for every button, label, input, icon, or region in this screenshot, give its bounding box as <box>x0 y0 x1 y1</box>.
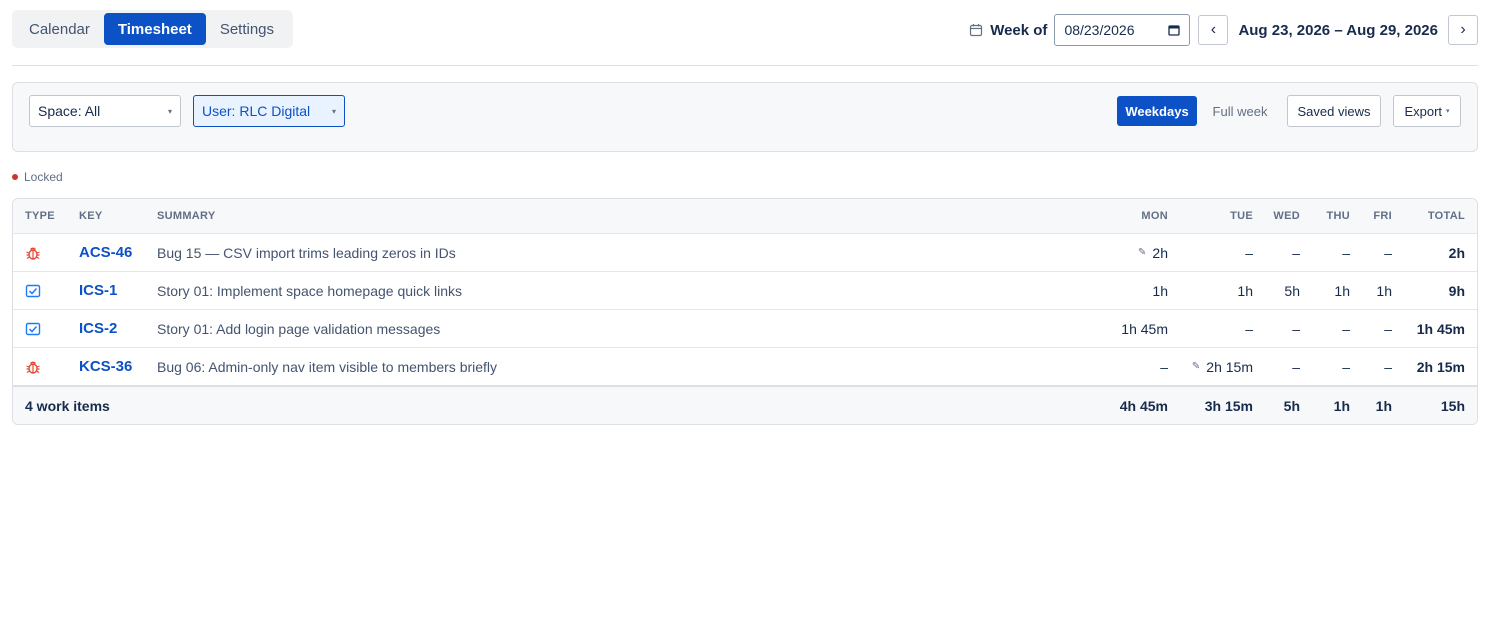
prev-week-button[interactable]: ‹ <box>1198 15 1229 45</box>
top-bar: Calendar Timesheet Settings Week of 08/2… <box>12 10 1478 50</box>
header-fri: FRI <box>1373 210 1392 222</box>
chevron-down-icon: ▾ <box>1446 108 1450 115</box>
locked-dot-icon <box>12 174 18 180</box>
tab-settings[interactable]: Settings <box>206 13 288 45</box>
cell-total: 1h 45m <box>1416 320 1465 337</box>
pencil-icon: ✎ <box>1138 247 1147 258</box>
total-tue: 3h 15m <box>1204 397 1253 414</box>
table-header-row: TYPE KEY SUMMARY MON TUE WED THU FRI TOT… <box>13 199 1477 233</box>
cell-total: 9h <box>1448 282 1465 299</box>
weekdays-toggle[interactable]: Weekdays <box>1117 96 1197 126</box>
table-row: ACS-46 Bug 15 — CSV import trims leading… <box>13 233 1477 271</box>
header-type: TYPE <box>25 210 55 222</box>
cell-tue[interactable]: ✎ 2h 15m <box>1192 348 1253 385</box>
cell-thu[interactable]: – <box>1342 310 1350 347</box>
locked-label: Locked <box>24 170 63 184</box>
story-checkbox-icon <box>25 322 41 335</box>
bug-icon <box>26 361 40 374</box>
total-thu: 1h <box>1333 397 1350 414</box>
week-date-value: 08/23/2026 <box>1064 22 1135 38</box>
issue-key-link[interactable]: KCS-36 <box>79 348 132 385</box>
cell-wed[interactable]: 5h <box>1284 272 1300 309</box>
issue-key-link[interactable]: ICS-2 <box>79 310 117 347</box>
cell-thu[interactable]: 1h <box>1334 272 1350 309</box>
table-row: ICS-1 Story 01: Implement space homepage… <box>13 271 1477 309</box>
timesheet-table: TYPE KEY SUMMARY MON TUE WED THU FRI TOT… <box>12 198 1478 425</box>
tab-timesheet[interactable]: Timesheet <box>103 13 206 45</box>
full-week-toggle[interactable]: Full week <box>1205 96 1275 126</box>
chevron-down-icon: ▾ <box>167 106 172 116</box>
view-tabs: Calendar Timesheet Settings <box>12 10 293 48</box>
cell-wed[interactable]: – <box>1292 348 1300 385</box>
export-button-label: Export <box>1404 103 1443 119</box>
issue-summary: Story 01: Implement space homepage quick… <box>157 282 463 299</box>
cell-mon[interactable]: 1h 45m <box>1121 310 1168 347</box>
week-of-label: Week of <box>990 21 1048 39</box>
cell-tue[interactable]: 1h <box>1237 272 1253 309</box>
bug-icon <box>26 247 40 260</box>
header-tue: TUE <box>1230 210 1253 222</box>
filter-bar: Space: All ▾ User: RLC Digital ▾ Weekday… <box>12 82 1478 152</box>
saved-views-button[interactable]: Saved views <box>1287 95 1381 127</box>
week-range: Aug 23, 2026 – Aug 29, 2026 <box>1238 21 1438 39</box>
next-week-button[interactable]: › <box>1448 15 1478 45</box>
cell-fri[interactable]: – <box>1384 234 1392 271</box>
total-mon: 4h 45m <box>1119 397 1168 414</box>
pencil-icon: ✎ <box>1191 361 1201 372</box>
user-select-value: User: RLC Digital <box>202 103 311 119</box>
table-row: KCS-36 Bug 06: Admin-only nav item visib… <box>13 347 1477 385</box>
cell-total: 2h <box>1448 244 1465 261</box>
issue-summary: Story 01: Add login page validation mess… <box>157 320 441 337</box>
issue-summary: Bug 15 — CSV import trims leading zeros … <box>157 244 456 261</box>
issue-key-link[interactable]: ICS-1 <box>79 272 117 309</box>
work-items-count: 4 work items <box>25 397 110 414</box>
story-checkbox-icon <box>25 284 41 297</box>
issue-summary: Bug 06: Admin-only nav item visible to m… <box>157 358 498 375</box>
table-row: ICS-2 Story 01: Add login page validatio… <box>13 309 1477 347</box>
header-mon: MON <box>1141 210 1168 222</box>
total-fri: 1h <box>1375 397 1392 414</box>
chevron-down-icon: ▾ <box>331 106 336 116</box>
cell-fri[interactable]: – <box>1384 310 1392 347</box>
cell-thu[interactable]: – <box>1342 234 1350 271</box>
calendar-icon <box>970 24 983 37</box>
total-wed: 5h <box>1283 397 1300 414</box>
cell-tue[interactable]: – <box>1245 234 1253 271</box>
week-control: Week of 08/23/2026 ‹ Aug 23, 2026 – Aug … <box>969 14 1478 46</box>
header-thu: THU <box>1326 210 1350 222</box>
header-total: TOTAL <box>1427 210 1465 222</box>
header-key: KEY <box>79 210 103 222</box>
cell-wed[interactable]: – <box>1292 310 1300 347</box>
space-select[interactable]: Space: All ▾ <box>29 95 181 127</box>
cell-mon[interactable]: 1h <box>1152 272 1168 309</box>
grand-total: 15h <box>1440 397 1465 414</box>
date-picker-icon[interactable] <box>1168 24 1181 36</box>
week-date-input[interactable]: 08/23/2026 <box>1054 14 1191 46</box>
cell-fri[interactable]: 1h <box>1376 272 1392 309</box>
user-select[interactable]: User: RLC Digital ▾ <box>193 95 345 127</box>
tab-calendar[interactable]: Calendar <box>15 13 104 45</box>
cell-total: 2h 15m <box>1416 358 1465 375</box>
cell-mon[interactable]: – <box>1160 348 1168 385</box>
issue-key-link[interactable]: ACS-46 <box>79 234 132 271</box>
header-summary: SUMMARY <box>157 210 216 222</box>
header-divider <box>12 65 1478 66</box>
cell-fri[interactable]: – <box>1384 348 1392 385</box>
header-wed: WED <box>1273 210 1300 222</box>
locked-legend: Locked <box>12 170 63 184</box>
table-footer-row: 4 work items 4h 45m 3h 15m 5h 1h 1h 15h <box>13 385 1477 424</box>
space-select-value: Space: All <box>38 103 101 119</box>
cell-thu[interactable]: – <box>1342 348 1350 385</box>
cell-tue[interactable]: – <box>1245 310 1253 347</box>
cell-wed[interactable]: – <box>1292 234 1300 271</box>
cell-mon[interactable]: ✎ 2h <box>1138 234 1168 271</box>
export-button[interactable]: Export ▾ <box>1393 95 1461 127</box>
